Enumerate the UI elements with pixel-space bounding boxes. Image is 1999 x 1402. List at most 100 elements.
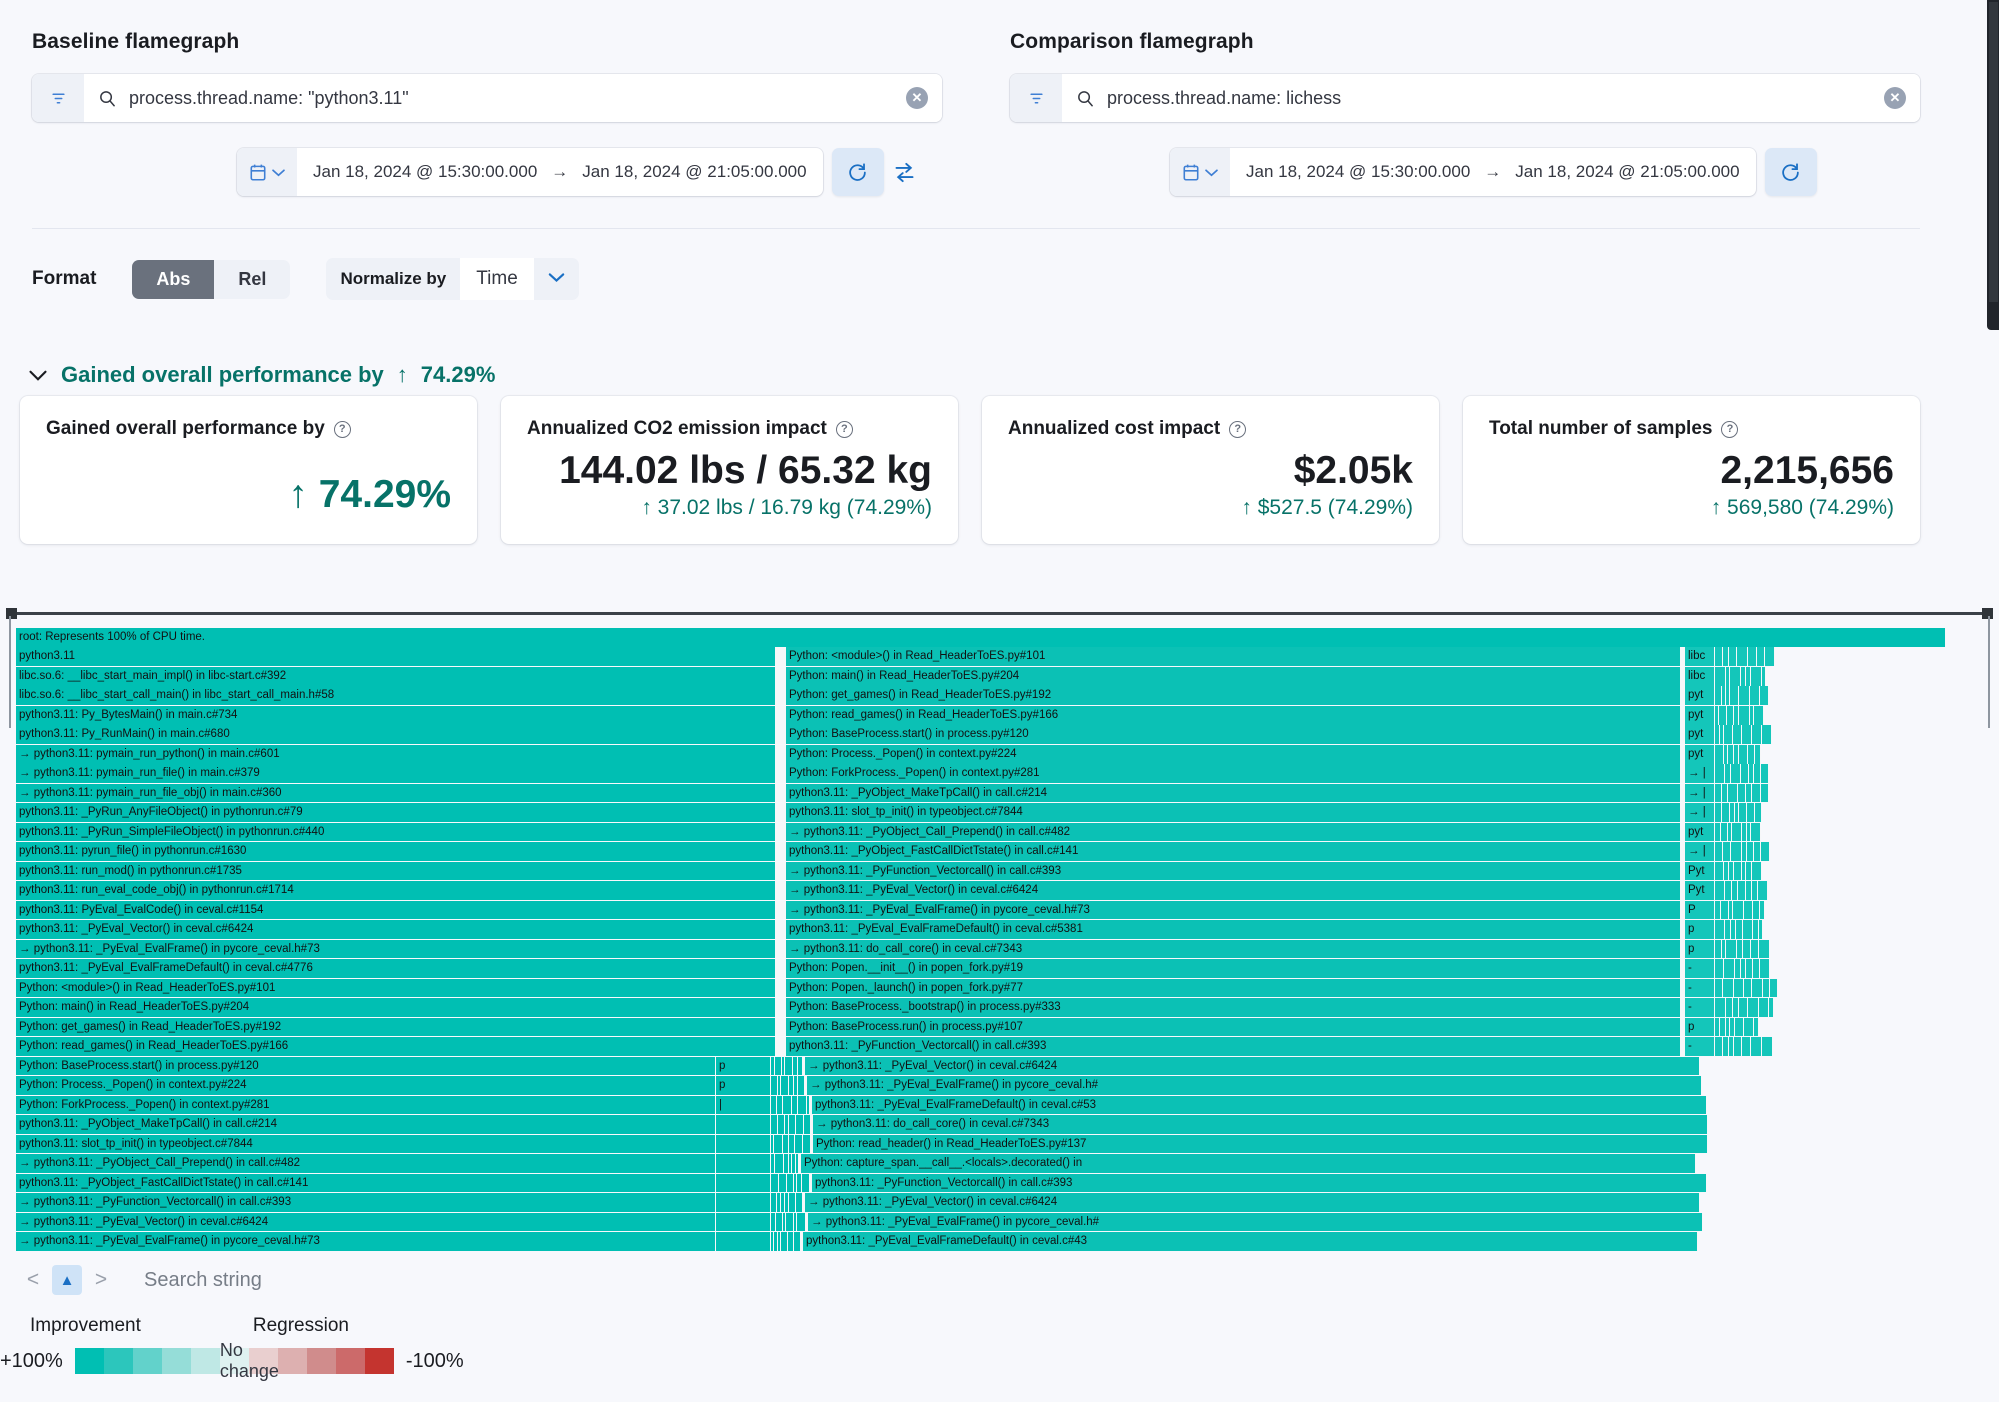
flamegraph-frame[interactable]: [1731, 842, 1742, 861]
flamegraph-frame[interactable]: [716, 1135, 771, 1154]
flamegraph-frame[interactable]: [1739, 686, 1750, 705]
flamegraph-frame[interactable]: Pyt: [1685, 862, 1715, 881]
flamegraph-frame[interactable]: Python: Popen._launch() in popen_fork.py…: [786, 979, 1681, 998]
flamegraph-frame[interactable]: [1744, 979, 1752, 998]
flamegraph-frame[interactable]: [1757, 647, 1765, 666]
flamegraph-frame[interactable]: [1715, 998, 1726, 1017]
flamegraph-frame[interactable]: p: [1685, 940, 1715, 959]
flamegraph-frame[interactable]: [1719, 706, 1727, 725]
clear-icon[interactable]: ✕: [1884, 87, 1906, 109]
flamegraph-frame[interactable]: [1761, 784, 1769, 803]
flamegraph-frame[interactable]: [774, 1135, 783, 1154]
flamegraph-frame[interactable]: [1735, 1018, 1744, 1037]
gained-performance-accordion[interactable]: Gained overall performance by ↑ 74.29%: [28, 362, 495, 388]
flamegraph-frame[interactable]: → |: [1685, 803, 1715, 822]
flamegraph-frame[interactable]: [1741, 764, 1749, 783]
flamegraph-frame[interactable]: [1769, 998, 1774, 1017]
flamegraph-frame[interactable]: [716, 1115, 771, 1134]
flamegraph-frame[interactable]: [1751, 823, 1761, 842]
flamegraph-frame[interactable]: [1751, 940, 1759, 959]
search-prev-button[interactable]: <: [18, 1265, 48, 1295]
flamegraph-frame[interactable]: python3.11: Py_BytesMain() in main.c#734: [16, 706, 776, 725]
flamegraph-frame[interactable]: libc: [1685, 667, 1715, 686]
flamegraph-frame[interactable]: [1752, 979, 1763, 998]
flamegraph-frame[interactable]: -: [1685, 998, 1715, 1017]
flamegraph-frame[interactable]: Python: BaseProcess.start() in process.p…: [786, 725, 1681, 744]
flamegraph-frame[interactable]: python3.11: Py_RunMain() in main.c#680: [16, 725, 776, 744]
flamegraph-frame[interactable]: [1739, 745, 1748, 764]
flamegraph-frame[interactable]: pyt: [1685, 823, 1715, 842]
flamegraph-frame[interactable]: p: [1685, 1018, 1715, 1037]
flamegraph-frame[interactable]: [1759, 940, 1770, 959]
flamegraph-frame[interactable]: [1754, 706, 1764, 725]
flamegraph-frame[interactable]: [1754, 842, 1761, 861]
flamegraph-frame[interactable]: [794, 1232, 801, 1251]
flamegraph-frame[interactable]: [1762, 725, 1772, 744]
help-icon[interactable]: ?: [1229, 421, 1246, 438]
flamegraph-frame[interactable]: [802, 1174, 810, 1193]
flamegraph-frame[interactable]: [796, 1115, 804, 1134]
chevron-down-icon[interactable]: [534, 270, 579, 288]
flamegraph-frame[interactable]: [1715, 940, 1722, 959]
flamegraph-frame[interactable]: [1762, 1037, 1773, 1056]
flamegraph-frame[interactable]: [1760, 901, 1765, 920]
flamegraph-frame[interactable]: [1761, 842, 1770, 861]
flamegraph-frame[interactable]: [1739, 998, 1748, 1017]
flamegraph-frame[interactable]: [1730, 686, 1739, 705]
flamegraph-frame[interactable]: [1725, 881, 1732, 900]
flamegraph-frame[interactable]: P: [1685, 901, 1715, 920]
flamegraph-frame[interactable]: Python: ForkProcess._Popen() in context.…: [786, 764, 1681, 783]
flamegraph-frame[interactable]: [1738, 881, 1746, 900]
flamegraph-frame[interactable]: [1760, 686, 1769, 705]
flamegraph-frame[interactable]: -: [1685, 1037, 1715, 1056]
flamegraph-frame[interactable]: [1736, 920, 1743, 939]
flamegraph-frame[interactable]: [1738, 784, 1746, 803]
normalize-by-select[interactable]: Normalize by Time: [326, 258, 578, 300]
flamegraph-frame[interactable]: [716, 1213, 771, 1232]
flamegraph-frame[interactable]: [1770, 979, 1778, 998]
flamegraph-frame[interactable]: [771, 1076, 778, 1095]
swap-button[interactable]: [884, 148, 926, 196]
flamegraph-frame[interactable]: Python: BaseProcess._bootstrap() in proc…: [786, 998, 1681, 1017]
flamegraph-frame[interactable]: [1721, 823, 1728, 842]
flamegraph-frame[interactable]: → python3.11: _PyEval_EvalFrame() in pyc…: [807, 1076, 1702, 1095]
flamegraph-frame[interactable]: [1715, 647, 1723, 666]
flamegraph-frame[interactable]: [1715, 1037, 1723, 1056]
flamegraph-frame[interactable]: python3.11: [16, 647, 776, 666]
flamegraph-frame[interactable]: [1765, 647, 1775, 666]
help-icon[interactable]: ?: [334, 421, 351, 438]
flamegraph-frame[interactable]: [1763, 979, 1770, 998]
flamegraph-frame[interactable]: → |: [1685, 842, 1715, 861]
flamegraph-frame[interactable]: [1752, 725, 1762, 744]
flamegraph-frame[interactable]: [1715, 920, 1725, 939]
flamegraph-frame[interactable]: → |: [1685, 784, 1715, 803]
flamegraph-frame[interactable]: [1739, 803, 1747, 822]
flamegraph-frame[interactable]: [1742, 1037, 1751, 1056]
flamegraph-frame[interactable]: [1715, 784, 1722, 803]
flamegraph-frame[interactable]: Pyt: [1685, 881, 1715, 900]
flamegraph-frame[interactable]: p: [716, 1057, 771, 1076]
flamegraph-frame[interactable]: libc.so.6: __libc_start_main_impl() in l…: [16, 667, 776, 686]
flamegraph-frame[interactable]: → |: [1685, 764, 1715, 783]
flamegraph-frame[interactable]: python3.11: _PyEval_EvalFrameDefault() i…: [812, 1096, 1707, 1115]
comparison-search-input[interactable]: process.thread.name: lichess ✕: [1062, 74, 1920, 122]
flamegraph-frame[interactable]: python3.11: _PyEval_Vector() in ceval.c#…: [16, 920, 776, 939]
flamegraph-frame[interactable]: [716, 1174, 771, 1193]
flamegraph-frame[interactable]: [783, 1096, 792, 1115]
flamegraph-frame[interactable]: → python3.11: _PyEval_Vector() in ceval.…: [786, 881, 1681, 900]
flamegraph-frame[interactable]: python3.11: slot_tp_init() in typeobject…: [16, 1135, 716, 1154]
flamegraph-frame[interactable]: [1743, 920, 1753, 939]
flamegraph-frame[interactable]: → python3.11: _PyEval_EvalFrame() in pyc…: [808, 1213, 1703, 1232]
search-string-input[interactable]: Search string: [144, 1269, 262, 1292]
comparison-date-text[interactable]: Jan 18, 2024 @ 15:30:00.000 → Jan 18, 20…: [1230, 162, 1756, 182]
flamegraph-frame[interactable]: → python3.11: pymain_run_python() in mai…: [16, 745, 776, 764]
flamegraph-frame[interactable]: [785, 1057, 793, 1076]
search-toggle-button[interactable]: ▲: [52, 1265, 82, 1295]
flamegraph-frame[interactable]: [778, 1115, 785, 1134]
flamegraph-frame[interactable]: → python3.11: _PyEval_EvalFrame() in pyc…: [16, 1232, 716, 1251]
format-rel-button[interactable]: Rel: [214, 260, 290, 299]
flamegraph-frame[interactable]: [775, 1057, 782, 1076]
flamegraph-frame[interactable]: [1760, 959, 1770, 978]
flamegraph-frame[interactable]: libc: [1685, 647, 1715, 666]
flamegraph-frame[interactable]: [775, 1154, 784, 1173]
